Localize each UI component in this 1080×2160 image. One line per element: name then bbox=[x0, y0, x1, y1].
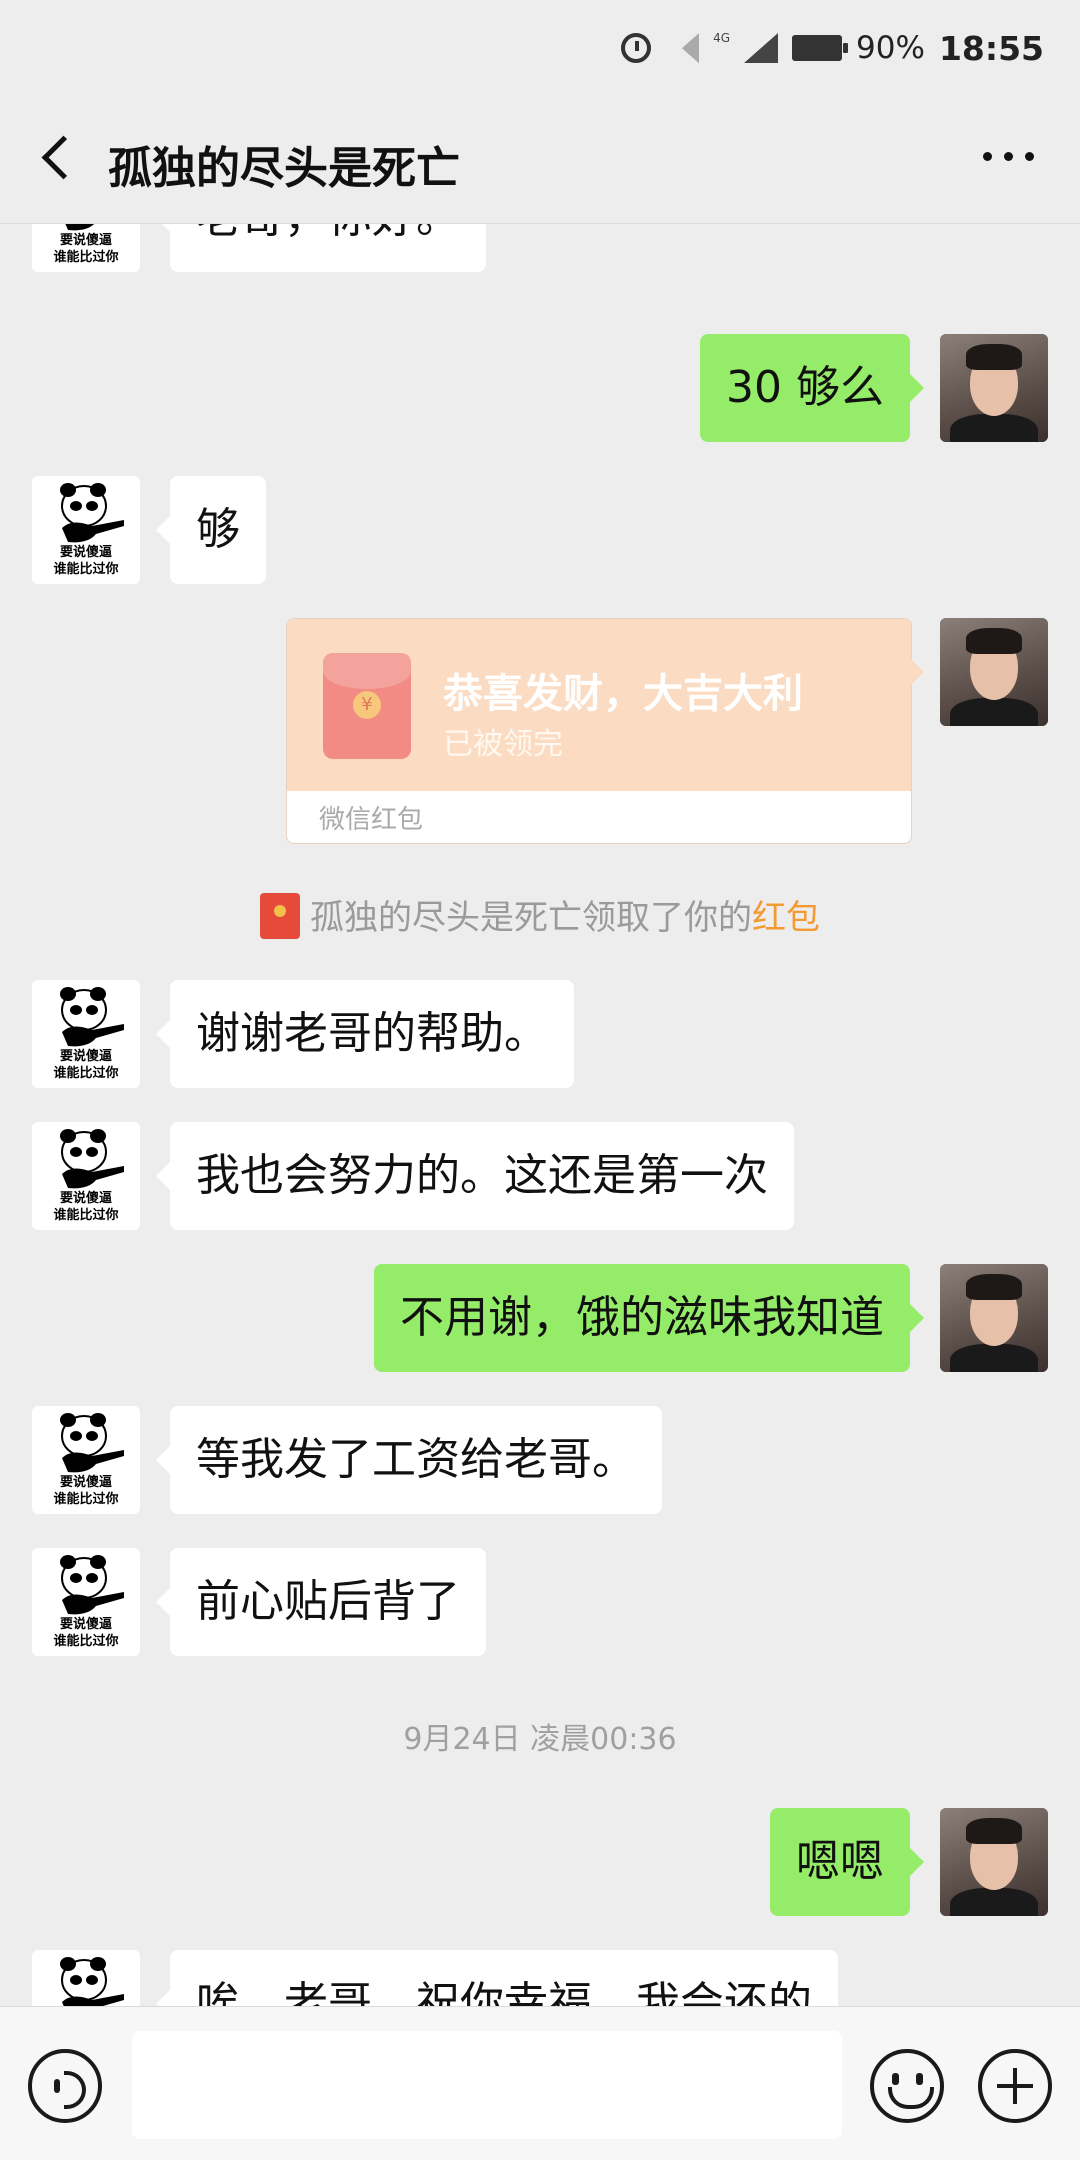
panda-meme-image: 要说傻逼谁能比过你 bbox=[32, 1950, 140, 2006]
my-avatar[interactable] bbox=[940, 1264, 1048, 1372]
message-row: 30 够么 bbox=[0, 334, 1080, 444]
message-bubble[interactable]: 我也会努力的。这还是第一次 bbox=[156, 1122, 794, 1230]
message-row: 不用谢，饿的滋味我知道 bbox=[0, 1264, 1080, 1374]
contact-avatar[interactable]: 要说傻逼谁能比过你 bbox=[32, 1950, 140, 2006]
message-row: 要说傻逼 谁能比过你 够 bbox=[0, 476, 1080, 586]
status-bar: 4G 90% 18:55 bbox=[0, 0, 1080, 96]
contact-avatar[interactable]: 要说傻逼谁能比过你 bbox=[32, 224, 140, 272]
timestamp: 9月24日 凌晨00:36 bbox=[403, 1722, 677, 1757]
message-bubble[interactable]: 老哥，你好。 bbox=[156, 224, 486, 272]
message-bubble[interactable]: 30 够么 bbox=[700, 334, 924, 442]
battery-percent: 90% bbox=[856, 30, 925, 66]
red-packet-title: 恭喜发财，大吉大利 bbox=[443, 671, 803, 717]
panda-meme-image: 要说傻逼谁能比过你 bbox=[32, 1122, 140, 1230]
contact-avatar[interactable]: 要说傻逼谁能比过你 bbox=[32, 980, 140, 1088]
red-packet-status: 已被领完 bbox=[443, 727, 563, 762]
battery-icon bbox=[792, 35, 849, 61]
my-avatar[interactable] bbox=[940, 334, 1048, 442]
message-bubble[interactable]: 前心贴后背了 bbox=[156, 1548, 486, 1656]
message-bubble[interactable]: 够 bbox=[156, 476, 266, 584]
chat-title: 孤独的尽头是死亡 bbox=[108, 143, 460, 194]
chat-header: 孤独的尽头是死亡 bbox=[0, 96, 1080, 224]
red-envelope-icon: ¥ bbox=[323, 653, 411, 759]
alarm-icon bbox=[621, 33, 652, 63]
contact-avatar[interactable]: 要说傻逼谁能比过你 bbox=[32, 1548, 140, 1656]
panda-meme-image: 要说傻逼谁能比过你 bbox=[32, 224, 140, 272]
message-list[interactable]: 要说傻逼谁能比过你 老哥，你好。 30 够么 要说傻逼谁能比过你 bbox=[0, 224, 1080, 2006]
panda-meme-image: 要说傻逼谁能比过你 bbox=[32, 1548, 140, 1656]
status-icons: 4G 90% 18:55 bbox=[621, 26, 1044, 70]
more-actions-plus-icon[interactable] bbox=[978, 2049, 1052, 2123]
red-packet-icon bbox=[260, 893, 300, 939]
system-notice: 孤独的尽头是死亡领取了你的红包 bbox=[0, 890, 1080, 939]
panda-meme-image: 要说傻逼谁能比过你 bbox=[32, 1406, 140, 1514]
message-bubble[interactable]: 等我发了工资给老哥。 bbox=[156, 1406, 662, 1514]
message-input[interactable] bbox=[132, 2031, 842, 2139]
message-row: 要说傻逼谁能比过你 唉，老哥，祝你幸福，我会还的 bbox=[0, 1950, 1080, 2006]
message-bubble[interactable]: 不用谢，饿的滋味我知道 bbox=[374, 1264, 924, 1372]
message-bubble[interactable]: 唉，老哥，祝你幸福，我会还的 bbox=[156, 1950, 838, 2006]
message-row: 嗯嗯 bbox=[0, 1808, 1080, 1918]
message-bubble[interactable]: 嗯嗯 bbox=[770, 1808, 924, 1916]
panda-meme-image: 要说傻逼谁能比过你 bbox=[32, 476, 140, 584]
input-bar bbox=[0, 2006, 1080, 2160]
contact-avatar[interactable]: 要说傻逼谁能比过你 bbox=[32, 1406, 140, 1514]
message-row: 要说傻逼谁能比过你 老哥，你好。 bbox=[0, 224, 1080, 288]
back-arrow-icon[interactable] bbox=[36, 136, 80, 180]
voice-input-icon[interactable] bbox=[28, 2049, 102, 2123]
contact-avatar[interactable]: 要说傻逼谁能比过你 bbox=[32, 476, 140, 584]
my-avatar[interactable] bbox=[940, 1808, 1048, 1916]
message-row: ¥ 恭喜发财，大吉大利 已被领完 微信红包 bbox=[0, 618, 1080, 848]
emoji-icon[interactable] bbox=[870, 2049, 944, 2123]
red-packet-card[interactable]: ¥ 恭喜发财，大吉大利 已被领完 微信红包 bbox=[286, 618, 912, 844]
red-packet-footer: 微信红包 bbox=[319, 805, 424, 835]
message-bubble[interactable]: 谢谢老哥的帮助。 bbox=[156, 980, 574, 1088]
signal-icon bbox=[744, 33, 779, 63]
clock: 18:55 bbox=[938, 28, 1044, 68]
bubble-tail bbox=[910, 658, 924, 686]
signal-empty-icon bbox=[665, 33, 700, 63]
message-row: 要说傻逼 谁能比过你 等我发了工资给老哥。 bbox=[0, 1406, 1080, 1516]
network-type-label: 4G bbox=[713, 31, 731, 45]
message-row: 要说傻逼 谁能比过你 谢谢老哥的帮助。 bbox=[0, 980, 1080, 1090]
red-packet-link[interactable]: 红包 bbox=[752, 898, 820, 938]
more-options-icon[interactable] bbox=[983, 152, 1034, 161]
panda-meme-image: 要说傻逼谁能比过你 bbox=[32, 980, 140, 1088]
contact-avatar[interactable]: 要说傻逼谁能比过你 bbox=[32, 1122, 140, 1230]
my-avatar[interactable] bbox=[940, 618, 1048, 726]
message-row: 要说傻逼 谁能比过你 我也会努力的。这还是第一次 bbox=[0, 1122, 1080, 1232]
message-row: 要说傻逼 谁能比过你 前心贴后背了 bbox=[0, 1548, 1080, 1658]
